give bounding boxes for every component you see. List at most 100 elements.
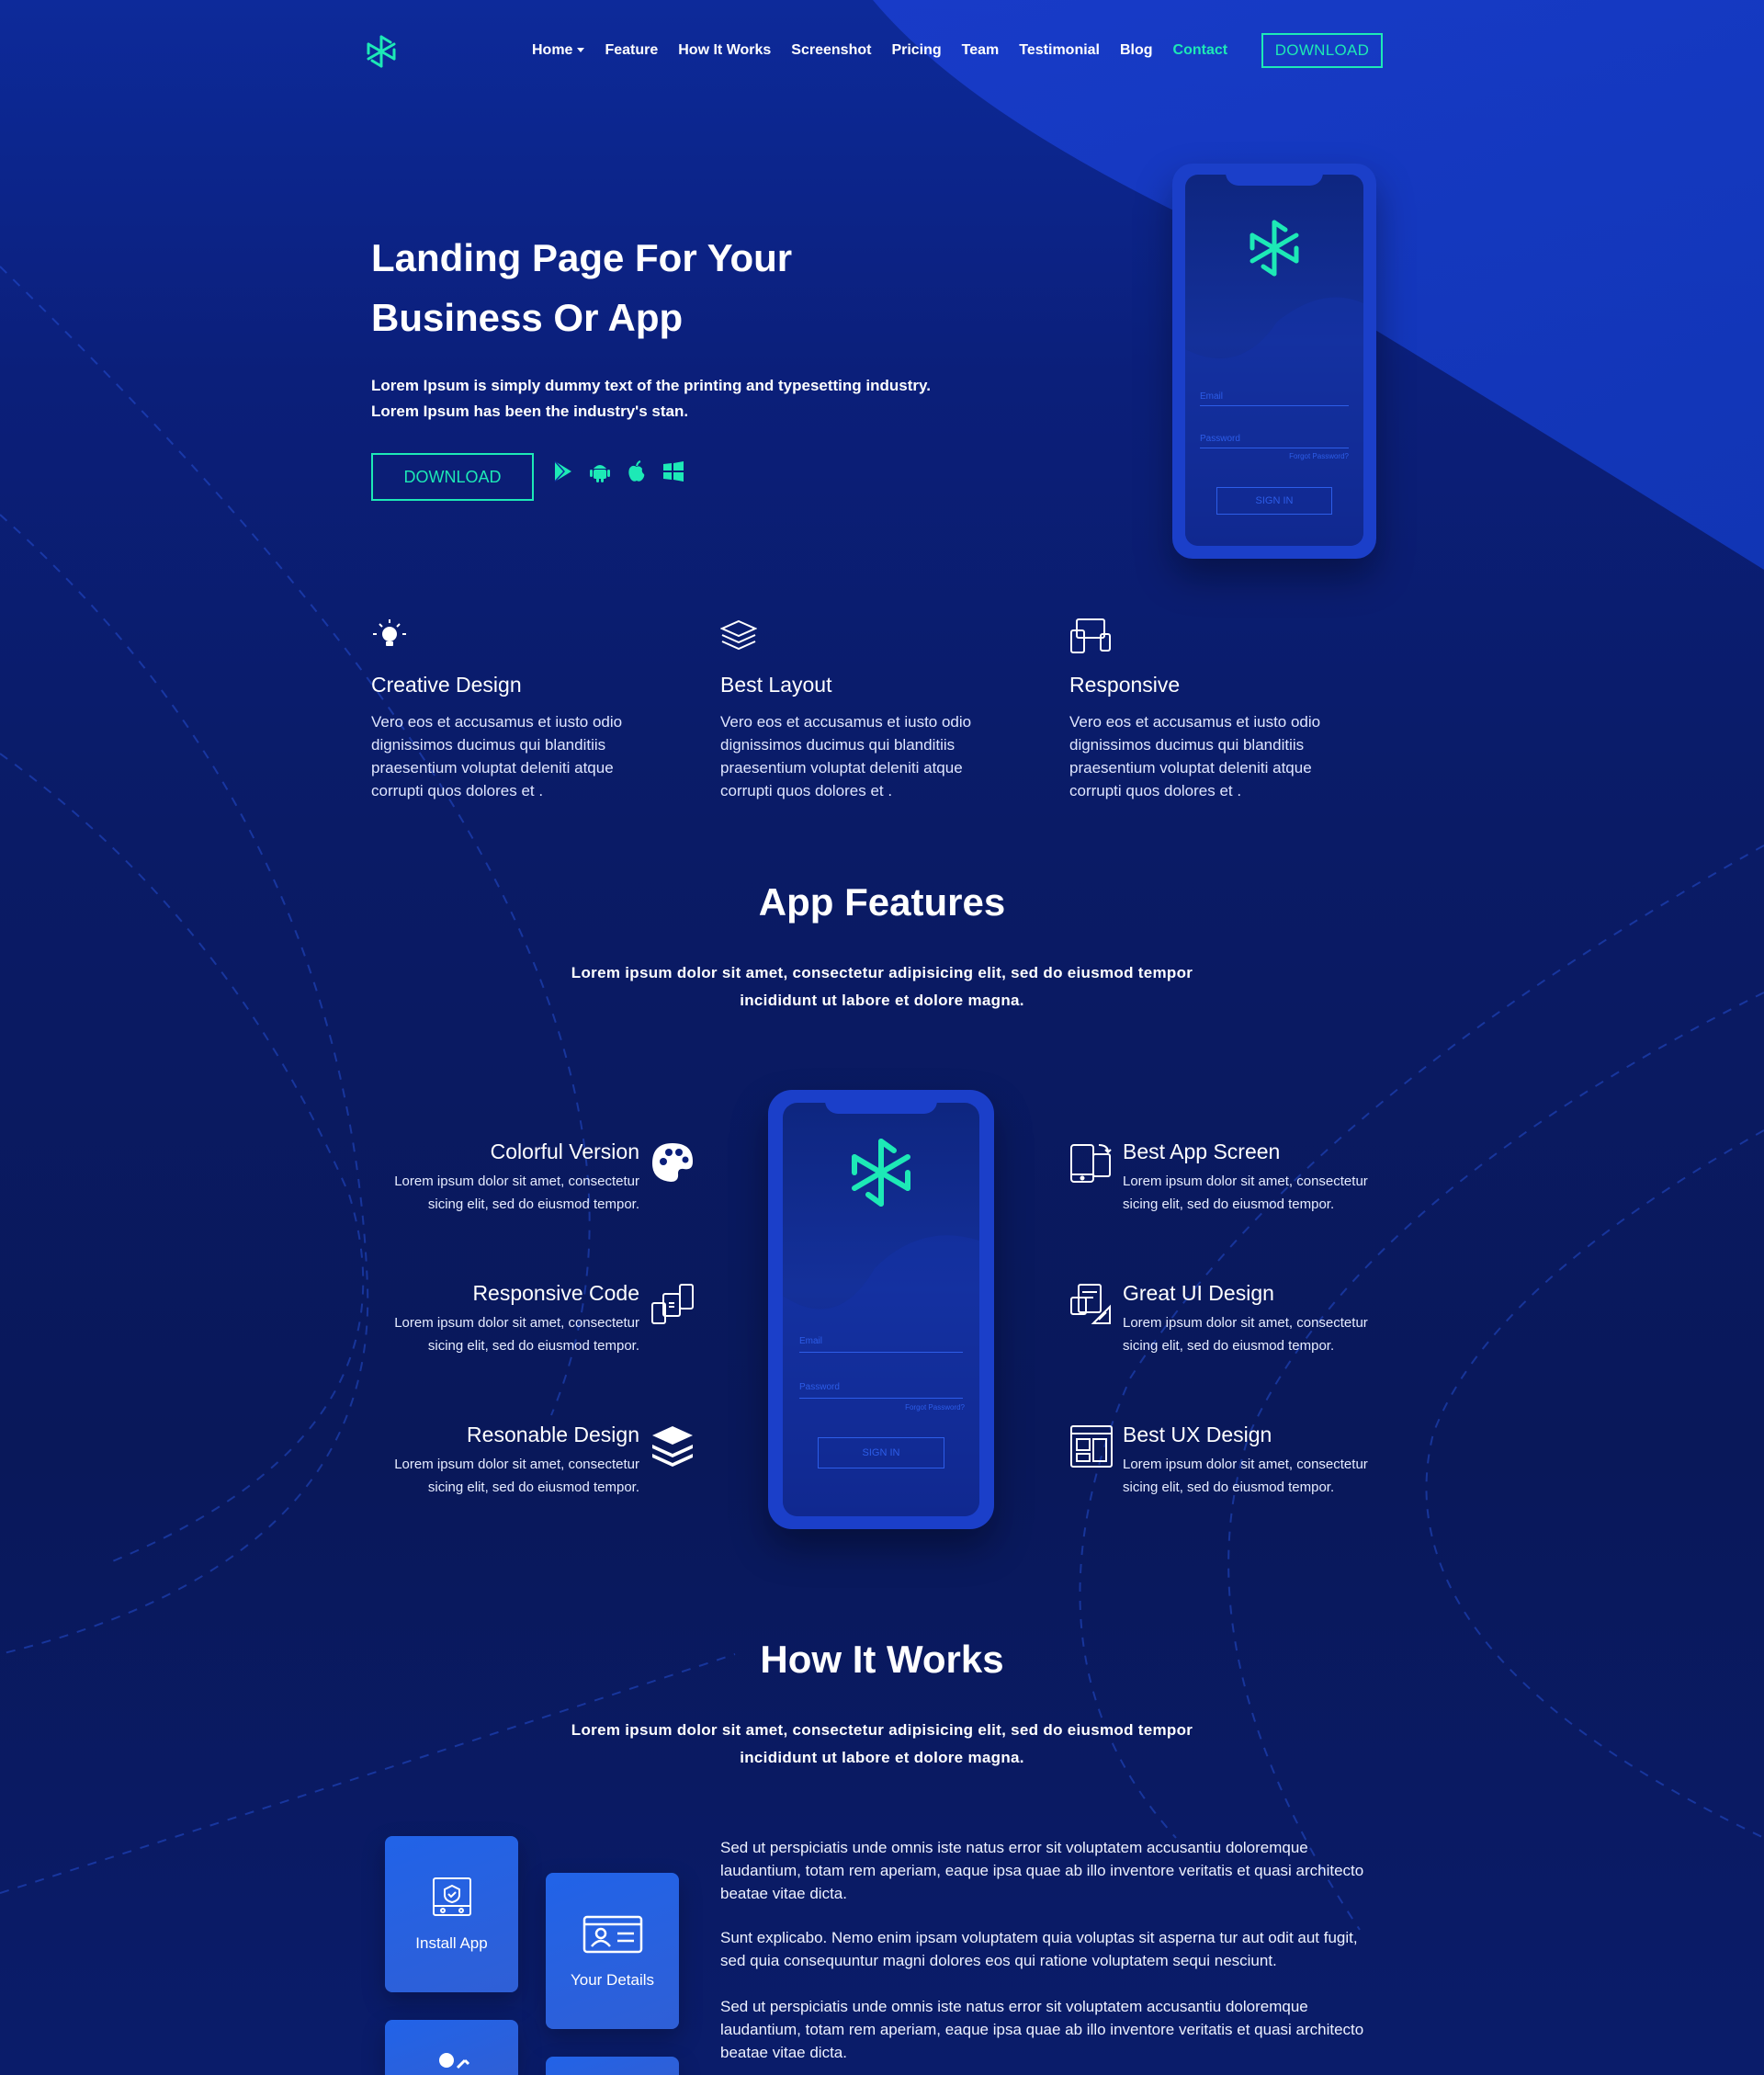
nav-blog[interactable]: Blog <box>1120 42 1153 59</box>
nav-screenshot[interactable]: Screenshot <box>791 42 871 59</box>
app-feature-text-line1: Lorem ipsum dolor sit amet, consectetur <box>1123 1457 1368 1472</box>
nav-pricing[interactable]: Pricing <box>891 42 941 59</box>
feature-title: Creative Design <box>371 673 522 697</box>
app-feature-text: Lorem ipsum dolor sit amet, consectetur s… <box>327 1170 639 1216</box>
app-feature-text-line1: Lorem ipsum dolor sit amet, consectetur <box>394 1174 639 1189</box>
feature-text: Vero eos et accusamus et iusto odio dign… <box>1069 713 1321 799</box>
store-icons <box>551 459 685 483</box>
step-card-label: Your Details <box>570 1970 655 1989</box>
nav-home[interactable]: Home <box>532 42 585 59</box>
app-feature-text: Lorem ipsum dolor sit amet, consectetur s… <box>327 1311 639 1357</box>
step-card-label: Install App <box>415 1933 488 1952</box>
step-card-partial[interactable] <box>385 2020 518 2075</box>
app-feature-title: Resonable Design <box>467 1423 639 1446</box>
feature-responsive: Responsive Vero eos et accusamus et iust… <box>1069 618 1363 802</box>
feature-text: Vero eos et accusamus et iusto odio dign… <box>371 713 623 799</box>
phone-forgot-link: Forgot Password? <box>905 1403 965 1412</box>
hero-phone-mockup: Email Password Forgot Password? SIGN IN <box>1172 164 1376 559</box>
step-card-install-app[interactable]: Install App <box>385 1836 518 1992</box>
app-feature-title: Best App Screen <box>1123 1140 1281 1163</box>
app-screen-icon <box>1069 1141 1114 1185</box>
hero-title-line2: Business Or App <box>371 296 684 339</box>
phone-notch <box>825 1099 937 1114</box>
google-play-icon[interactable] <box>551 459 575 483</box>
app-feature-text-line2: sicing elit, sed do eiusmod tempor. <box>427 1196 639 1212</box>
phone-screen: Email Password Forgot Password? SIGN IN <box>1185 175 1363 546</box>
lightbulb-icon <box>371 618 408 654</box>
app-feature-best-app-screen: Best App Screen Lorem ipsum dolor sit am… <box>1123 1140 1435 1216</box>
ui-design-icon <box>1069 1283 1114 1327</box>
nav-how-it-works[interactable]: How It Works <box>678 42 771 59</box>
step-card-your-details[interactable]: Your Details <box>546 1873 679 2029</box>
phone-email-field: Email <box>799 1336 963 1353</box>
how-it-works-paragraph: Sunt explicabo. Nemo enim ipsam voluptat… <box>720 1929 1358 1969</box>
app-feature-great-ui-design: Great UI Design Lorem ipsum dolor sit am… <box>1123 1281 1435 1357</box>
hero-text-line2: Lorem Ipsum has been the industry's stan… <box>371 403 689 420</box>
phone-password-field: Password <box>1200 434 1349 448</box>
hero-title-line1: Landing Page For Your <box>371 236 793 279</box>
app-feature-colorful-version: Colorful Version Lorem ipsum dolor sit a… <box>327 1140 639 1216</box>
brand-logo-icon[interactable] <box>363 33 400 70</box>
app-feature-text-line1: Lorem ipsum dolor sit amet, consectetur <box>394 1457 639 1472</box>
hero-download-button[interactable]: DOWNLOAD <box>371 453 534 501</box>
app-features-subtitle: Lorem ipsum dolor sit amet, consectetur … <box>542 959 1222 1015</box>
phone-notch <box>1226 173 1323 186</box>
app-feature-text-line2: sicing elit, sed do eiusmod tempor. <box>427 1480 639 1495</box>
features-phone-mockup: Email Password Forgot Password? SIGN IN <box>768 1090 994 1529</box>
app-features-title: App Features <box>758 880 1006 924</box>
main-menu: Home Feature How It Works Screenshot Pri… <box>532 42 1248 59</box>
app-feature-text-line1: Lorem ipsum dolor sit amet, consectetur <box>1123 1315 1368 1331</box>
app-feature-title: Responsive Code <box>472 1281 639 1305</box>
app-feature-text: Lorem ipsum dolor sit amet, consectetur s… <box>1123 1170 1435 1216</box>
phone-email-field: Email <box>1200 391 1349 406</box>
nav-testimonial[interactable]: Testimonial <box>1019 42 1100 59</box>
nav-home-label: Home <box>532 42 573 58</box>
app-features-subtitle-line1: Lorem ipsum dolor sit amet, consectetur … <box>571 964 1193 981</box>
chevron-down-icon <box>577 48 585 53</box>
apple-icon[interactable] <box>625 459 649 483</box>
windows-icon[interactable] <box>662 459 685 483</box>
devices-icon <box>1069 618 1111 654</box>
feature-best-layout: Best Layout Vero eos et accusamus et ius… <box>719 618 1014 802</box>
app-feature-title: Best UX Design <box>1123 1423 1272 1446</box>
nav-contact[interactable]: Contact <box>1173 42 1228 59</box>
app-feature-responsive-code: Responsive Code Lorem ipsum dolor sit am… <box>327 1281 639 1357</box>
responsive-code-icon <box>650 1283 695 1327</box>
top-navbar: Home Feature How It Works Screenshot Pri… <box>363 33 1383 70</box>
install-app-icon <box>432 1877 472 1922</box>
how-it-works-paragraph: Sed ut perspiciatis unde omnis iste natu… <box>720 1998 1364 2061</box>
app-feature-text-line1: Lorem ipsum dolor sit amet, consectetur <box>394 1315 639 1331</box>
phone-signin-button: SIGN IN <box>818 1437 944 1468</box>
how-it-works-subtitle: Lorem ipsum dolor sit amet, consectetur … <box>542 1717 1222 1772</box>
hero-description: Lorem Ipsum is simply dummy text of the … <box>371 373 959 425</box>
feature-creative-design: Creative Design Vero eos et accusamus et… <box>371 618 665 802</box>
nav-feature[interactable]: Feature <box>605 42 658 59</box>
ux-design-icon <box>1069 1424 1114 1468</box>
stack-icon <box>650 1424 695 1468</box>
android-icon[interactable] <box>588 459 612 483</box>
feature-title: Responsive <box>1069 673 1181 697</box>
app-feature-title: Colorful Version <box>490 1140 639 1163</box>
app-feature-resonable-design: Resonable Design Lorem ipsum dolor sit a… <box>327 1423 639 1499</box>
app-feature-text: Lorem ipsum dolor sit amet, consectetur s… <box>327 1453 639 1499</box>
feature-title: Best Layout <box>720 673 832 697</box>
nav-download-button[interactable]: DOWNLOAD <box>1261 33 1383 68</box>
palette-icon <box>650 1141 695 1185</box>
layers-icon <box>719 618 758 654</box>
step-card-partial[interactable] <box>546 2057 679 2075</box>
app-feature-text: Lorem ipsum dolor sit amet, consectetur s… <box>1123 1453 1435 1499</box>
app-feature-text-line2: sicing elit, sed do eiusmod tempor. <box>1123 1196 1335 1212</box>
phone-password-field: Password <box>799 1382 963 1399</box>
nav-team[interactable]: Team <box>962 42 1000 59</box>
app-feature-text-line1: Lorem ipsum dolor sit amet, consectetur <box>1123 1174 1368 1189</box>
how-it-works-subtitle-line1: Lorem ipsum dolor sit amet, consectetur … <box>571 1721 1193 1739</box>
phone-signin-button: SIGN IN <box>1216 487 1332 515</box>
how-it-works-subtitle-line2: incididunt ut labore et dolore magna. <box>740 1749 1024 1766</box>
hero-text-line1: Lorem Ipsum is simply dummy text of the … <box>371 377 931 394</box>
app-feature-title: Great UI Design <box>1123 1281 1274 1305</box>
app-feature-text: Lorem ipsum dolor sit amet, consectetur s… <box>1123 1311 1435 1357</box>
how-it-works-paragraph: Sed ut perspiciatis unde omnis iste natu… <box>720 1839 1364 1902</box>
phone-forgot-link: Forgot Password? <box>1289 452 1349 460</box>
how-it-works-title: How It Works <box>760 1638 1004 1681</box>
feature-text: Vero eos et accusamus et iusto odio dign… <box>720 713 972 799</box>
